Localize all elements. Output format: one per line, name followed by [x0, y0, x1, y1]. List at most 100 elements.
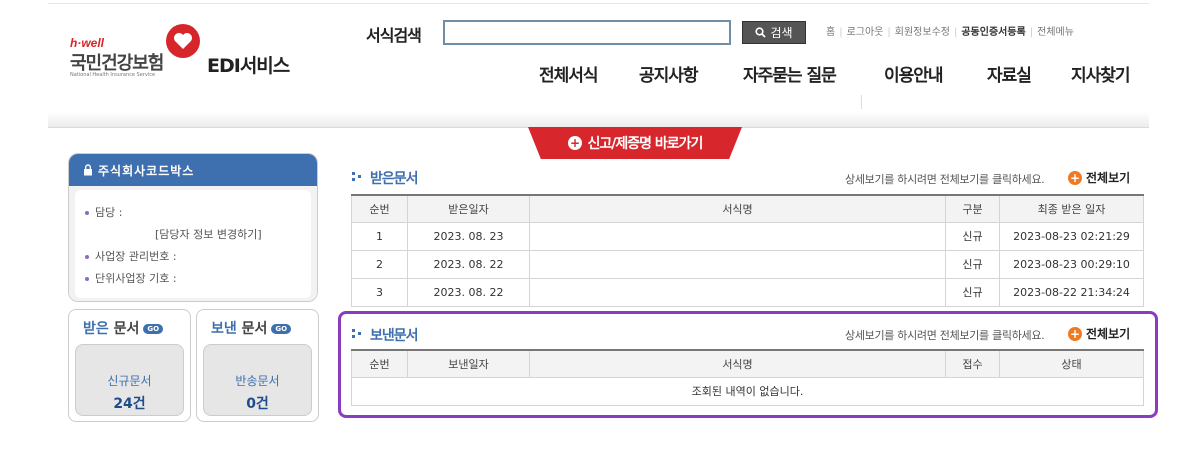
sent-docs-title[interactable]: 보낸 문서 GO	[211, 318, 292, 338]
table-header-row: 순번 보낸일자 서식명 접수 상태	[351, 349, 1144, 378]
cell-last-date: 2023-08-23 00:29:10	[999, 249, 1144, 279]
cell-type: 신규	[945, 277, 1000, 307]
hwell-logo-text: h·well	[70, 36, 105, 50]
biz-no-label: 사업장 관리번호 :	[95, 250, 177, 263]
util-separator: |	[887, 27, 891, 38]
company-info-header: 주식회사코드박스	[69, 154, 317, 186]
table-row[interactable]: 3 2023. 08. 22 신규 2023-08-22 21:34:24	[351, 277, 1144, 307]
edi-service-title: EDI서비스	[207, 55, 290, 77]
col-header: 순번	[351, 194, 408, 223]
logo[interactable]: h·well 국민건강보험 National Health Insurance …	[70, 24, 310, 84]
search-button[interactable]: 검색	[742, 21, 806, 44]
go-badge: GO	[143, 324, 164, 334]
col-header: 상태	[999, 349, 1144, 378]
col-header: 순번	[351, 349, 408, 378]
bullet-dot	[85, 277, 89, 281]
nav-faq[interactable]: 자주묻는 질문	[743, 61, 837, 86]
col-header: 구분	[945, 194, 1000, 223]
util-logout-link[interactable]: 로그아웃	[847, 27, 884, 38]
col-header: 받은일자	[407, 194, 530, 223]
received-docs-table: 순번 받은일자 서식명 구분 최종 받은 일자 1 2023. 08. 23 신…	[351, 194, 1144, 307]
util-separator: |	[1029, 27, 1034, 38]
sent-title-text: 보낸문서	[370, 328, 419, 344]
utility-links: 홈 | 로그아웃 | 회원정보수정 | 공동인증서등록 | 전체메뉴	[826, 23, 1074, 38]
section-bullet-icon	[352, 329, 364, 341]
received-docs-title[interactable]: 받은 문서 GO	[83, 318, 164, 338]
new-docs-panel[interactable]: 신규문서 24건	[75, 344, 184, 416]
cell-type: 신규	[945, 249, 1000, 279]
table-row[interactable]: 2 2023. 08. 22 신규 2023-08-23 00:29:10	[351, 249, 1144, 279]
col-header: 서식명	[529, 194, 946, 223]
sent-section-title: 보낸문서	[352, 325, 419, 345]
nav-resources[interactable]: 자료실	[987, 61, 1032, 86]
cell-form-name[interactable]	[529, 221, 946, 251]
returned-docs-label: 반송문서	[235, 374, 280, 388]
sent-docs-table: 순번 보낸일자 서식명 접수 상태 조회된 내역이 없습니다.	[351, 349, 1144, 406]
sent-accent: 보낸	[211, 321, 237, 337]
new-docs-label: 신규문서	[107, 374, 152, 388]
nav-branch-finder[interactable]: 지사찾기	[1071, 61, 1131, 86]
lock-icon	[84, 164, 92, 176]
col-header: 최종 받은 일자	[999, 194, 1144, 223]
search-button-label: 검색	[770, 26, 793, 40]
company-info-panel: 담당 : [담당자 정보 변경하기] 사업장 관리번호 : 단위사업장 기호 :	[75, 190, 311, 298]
received-title-text: 받은문서	[370, 171, 419, 187]
empty-row: 조회된 내역이 없습니다.	[351, 376, 1144, 406]
col-header: 접수	[945, 349, 1000, 378]
change-manager-link[interactable]: [담당자 정보 변경하기]	[155, 226, 262, 242]
nhis-english-text: National Health Insurance Service	[70, 72, 156, 78]
cell-no: 2	[351, 249, 408, 279]
received-docs-box: 받은 문서 GO 신규문서 24건	[68, 309, 191, 422]
section-bullet-icon	[352, 172, 364, 184]
cell-no: 1	[351, 221, 408, 251]
top-divider	[48, 3, 1149, 4]
sent-hint: 상세보기를 하시려면 전체보기를 클릭하세요.	[845, 329, 1045, 342]
bullet-dot	[85, 255, 89, 259]
util-cert-register-link[interactable]: 공동인증서등록	[961, 27, 1025, 38]
sent-rest: 문서	[241, 321, 268, 337]
cell-form-name[interactable]	[529, 249, 946, 279]
table-header-row: 순번 받은일자 서식명 구분 최종 받은 일자	[351, 194, 1144, 223]
plus-circle-icon: +	[1068, 326, 1082, 341]
search-icon	[755, 27, 767, 38]
nav-notices[interactable]: 공지사항	[639, 61, 699, 86]
table-row[interactable]: 1 2023. 08. 23 신규 2023-08-23 02:21:29	[351, 221, 1144, 251]
nav-guide[interactable]: 이용안내	[884, 61, 944, 86]
new-docs-count: 24건	[113, 396, 146, 412]
util-member-edit-link[interactable]: 회원정보수정	[895, 27, 950, 38]
manager-label: 담당 :	[95, 206, 123, 219]
search-input[interactable]	[443, 20, 731, 45]
cell-last-date: 2023-08-23 02:21:29	[999, 221, 1144, 251]
returned-docs-count: 0건	[246, 396, 269, 412]
report-shortcut-label: 신고/제증명 바로가기	[587, 136, 704, 152]
manager-row: 담당 :	[85, 204, 122, 220]
sent-view-all-button[interactable]: + 전체보기	[1068, 325, 1130, 342]
util-separator: |	[953, 27, 958, 38]
received-view-all-button[interactable]: + 전체보기	[1068, 169, 1130, 186]
sent-docs-box: 보낸 문서 GO 반송문서 0건	[196, 309, 319, 422]
company-info-box: 주식회사코드박스 담당 : [담당자 정보 변경하기] 사업장 관리번호 : 단…	[68, 153, 318, 302]
received-view-all-label: 전체보기	[1086, 171, 1131, 185]
company-info-body: 담당 : [담당자 정보 변경하기] 사업장 관리번호 : 단위사업장 기호 :	[69, 186, 317, 301]
sent-view-all-label: 전체보기	[1086, 327, 1131, 341]
go-badge: GO	[271, 324, 292, 334]
unit-code-label: 단위사업장 기호 :	[95, 272, 177, 285]
nav-all-forms[interactable]: 전체서식	[539, 61, 599, 86]
received-accent: 받은	[83, 321, 109, 337]
nav-divider	[861, 95, 862, 109]
col-header: 서식명	[529, 349, 946, 378]
util-all-menu-link[interactable]: 전체메뉴	[1037, 27, 1074, 38]
cell-date: 2023. 08. 22	[407, 249, 530, 279]
cell-form-name[interactable]	[529, 277, 946, 307]
received-rest: 문서	[113, 321, 140, 337]
cell-date: 2023. 08. 22	[407, 277, 530, 307]
plus-icon: +	[567, 136, 582, 150]
plus-circle-icon: +	[1068, 170, 1082, 185]
report-shortcut-banner[interactable]: + 신고/제증명 바로가기	[528, 127, 742, 159]
biz-no-row: 사업장 관리번호 :	[85, 248, 177, 264]
cell-last-date: 2023-08-22 21:34:24	[999, 277, 1144, 307]
cell-type: 신규	[945, 221, 1000, 251]
util-home-link[interactable]: 홈	[826, 27, 835, 38]
received-section-title: 받은문서	[352, 168, 419, 188]
returned-docs-panel[interactable]: 반송문서 0건	[203, 344, 312, 416]
